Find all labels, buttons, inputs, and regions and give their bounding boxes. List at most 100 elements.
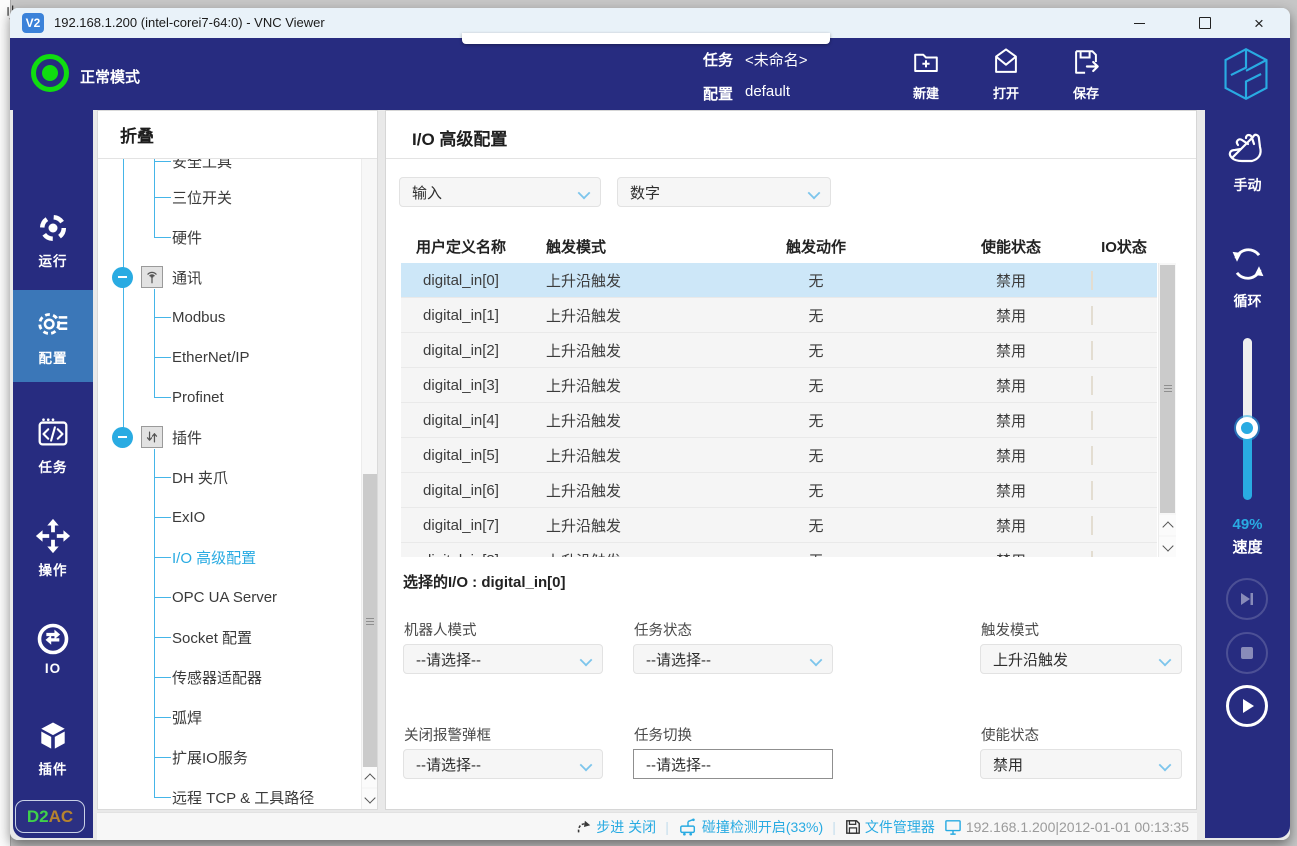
vnc-logo-icon: V2	[22, 13, 44, 33]
tree-scroll-up-button[interactable]	[362, 767, 377, 787]
tree-item-hardware[interactable]: 硬件	[98, 219, 358, 255]
save-task-button[interactable]: 保存	[1054, 44, 1118, 106]
io-state-checkbox	[1091, 341, 1093, 360]
sidebar-item-task[interactable]: 任务	[13, 405, 93, 485]
tree-item-profinet[interactable]: Profinet	[98, 379, 358, 415]
speed-slider-thumb[interactable]	[1236, 417, 1258, 439]
trigger-mode-label: 触发模式	[981, 619, 1039, 640]
tree-node-plugins[interactable]: 插件	[98, 419, 358, 455]
table-row[interactable]: digital_in[6]上升沿触发无禁用	[401, 473, 1157, 508]
sidebar-item-io[interactable]: IO	[13, 608, 93, 688]
table-row[interactable]: digital_in[2]上升沿触发无禁用	[401, 333, 1157, 368]
table-scroll-down-button[interactable]	[1159, 537, 1176, 557]
table-scrollbar-thumb[interactable]	[1160, 265, 1175, 513]
sidebar-item-operate[interactable]: 操作	[13, 508, 93, 588]
tree-item-io-advanced-config[interactable]: I/O 高级配置	[98, 539, 358, 575]
collision-detection-status[interactable]: 碰撞检测开启(33%)	[678, 817, 823, 837]
tree-scrollbar-thumb[interactable]	[363, 474, 377, 769]
col-user-defined-name: 用户定义名称	[401, 236, 521, 257]
enable-state-select[interactable]: 禁用	[980, 749, 1182, 779]
chevron-up-icon	[364, 773, 375, 784]
table-header: 用户定义名称 触发模式 触发动作 使能状态 IO状态	[401, 231, 1157, 261]
io-table: digital_in[0]上升沿触发无禁用 digital_in[1]上升沿触发…	[401, 263, 1157, 557]
updown-arrows-icon	[141, 426, 163, 448]
sidebar-item-config[interactable]: 配置	[13, 290, 93, 382]
table-row-partial[interactable]: digital_in[8]上升沿触发无禁用	[401, 543, 1157, 557]
separator: |	[832, 819, 836, 835]
file-manager-link[interactable]: 文件管理器	[845, 817, 935, 837]
tree-item-sensor-adapter[interactable]: 传感器适配器	[98, 659, 358, 695]
open-task-button[interactable]: 打开	[974, 44, 1038, 106]
tree-item-remote-tcp-tool-path[interactable]: 远程 TCP & 工具路径	[98, 779, 358, 809]
play-button[interactable]	[1226, 685, 1268, 727]
chevron-down-icon	[364, 792, 375, 803]
loop-mode-button[interactable]: 循环	[1205, 242, 1290, 311]
table-row[interactable]: digital_in[1]上升沿触发无禁用	[401, 298, 1157, 333]
tree-item-safety-tool[interactable]: 安全工具	[98, 159, 358, 179]
collapse-minus-icon[interactable]	[112, 267, 133, 288]
io-type-select[interactable]: 数字	[617, 177, 831, 207]
tree-item-ethernet-ip[interactable]: EtherNet/IP	[98, 339, 358, 375]
vnc-toolbar-tab[interactable]	[462, 33, 830, 44]
tree-item-modbus[interactable]: Modbus	[98, 299, 358, 335]
io-swap-icon	[35, 621, 71, 657]
minimize-button[interactable]	[1116, 8, 1162, 38]
screen: 刂 V2 192.168.1.200 (intel-corei7-64:0) -…	[0, 0, 1297, 846]
table-scroll-up-button[interactable]	[1159, 515, 1176, 535]
robot-mode-select[interactable]: --请选择--	[403, 644, 603, 674]
page-title: I/O 高级配置	[412, 125, 507, 150]
close-button[interactable]: ×	[1236, 8, 1282, 38]
tree-item-extended-io-service[interactable]: 扩展IO服务	[98, 739, 358, 775]
table-row[interactable]: digital_in[0]上升沿触发无禁用	[401, 263, 1157, 298]
task-label: 任务	[703, 49, 733, 70]
tree-item-exio[interactable]: ExIO	[98, 499, 358, 535]
close-alarm-select[interactable]: --请选择--	[403, 749, 603, 779]
table-scrollbar[interactable]	[1158, 263, 1176, 557]
tree-collapse-header[interactable]: 折叠	[120, 122, 154, 147]
stop-button[interactable]	[1226, 632, 1268, 674]
col-trigger-mode: 触发模式	[521, 236, 701, 257]
stop-icon	[1240, 646, 1254, 660]
io-state-checkbox	[1091, 411, 1093, 430]
step-forward-button[interactable]	[1226, 578, 1268, 620]
step-status[interactable]: 步进 关闭	[576, 817, 656, 837]
io-state-checkbox	[1091, 481, 1093, 500]
sidebar-item-run[interactable]: 运行	[13, 200, 93, 280]
selected-io-line: 选择的I/O : digital_in[0]	[403, 571, 566, 592]
right-nav: 手动 循环 49% 速度	[1205, 110, 1290, 838]
table-row[interactable]: digital_in[7]上升沿触发无禁用	[401, 508, 1157, 543]
new-task-button[interactable]: 新建	[894, 44, 958, 106]
manual-mode-button[interactable]: 手动	[1205, 130, 1290, 195]
window-title: 192.168.1.200 (intel-corei7-64:0) - VNC …	[54, 15, 325, 30]
task-switch-input[interactable]: --请选择--	[633, 749, 833, 779]
tree-item-dh-gripper[interactable]: DH 夹爪	[98, 459, 358, 495]
collapse-minus-icon[interactable]	[112, 427, 133, 448]
floppy-icon	[845, 819, 861, 835]
table-row[interactable]: digital_in[4]上升沿触发无禁用	[401, 403, 1157, 438]
tree-item-arc-welding[interactable]: 弧焊	[98, 699, 358, 735]
speed-label: 速度	[1205, 536, 1290, 557]
selected-io-label: 选择的I/O :	[403, 574, 481, 591]
maximize-button[interactable]	[1182, 8, 1228, 38]
antenna-icon	[141, 266, 163, 288]
chevron-down-icon	[578, 187, 591, 200]
chevron-down-icon	[1159, 759, 1172, 772]
table-row[interactable]: digital_in[3]上升沿触发无禁用	[401, 368, 1157, 403]
trigger-mode-select[interactable]: 上升沿触发	[980, 644, 1182, 674]
table-row[interactable]: digital_in[5]上升沿触发无禁用	[401, 438, 1157, 473]
tree-item-three-position-switch[interactable]: 三位开关	[98, 179, 358, 215]
tree-node-communication[interactable]: 通讯	[98, 259, 358, 295]
divider	[386, 158, 1196, 159]
io-direction-select[interactable]: 输入	[399, 177, 601, 207]
tree-scroll-down-button[interactable]	[362, 789, 377, 809]
tree-item-opc-ua-server[interactable]: OPC UA Server	[98, 579, 358, 615]
open-button-label: 打开	[993, 83, 1019, 102]
loop-label: 循环	[1234, 291, 1262, 311]
tree-item-socket-config[interactable]: Socket 配置	[98, 619, 358, 655]
task-switch-label: 任务切换	[634, 724, 692, 745]
task-state-select[interactable]: --请选择--	[633, 644, 833, 674]
chevron-up-icon	[1162, 521, 1173, 532]
play-icon	[1238, 697, 1256, 715]
sidebar-item-plugin[interactable]: 插件	[13, 708, 93, 788]
tree-scrollbar[interactable]	[361, 159, 377, 809]
